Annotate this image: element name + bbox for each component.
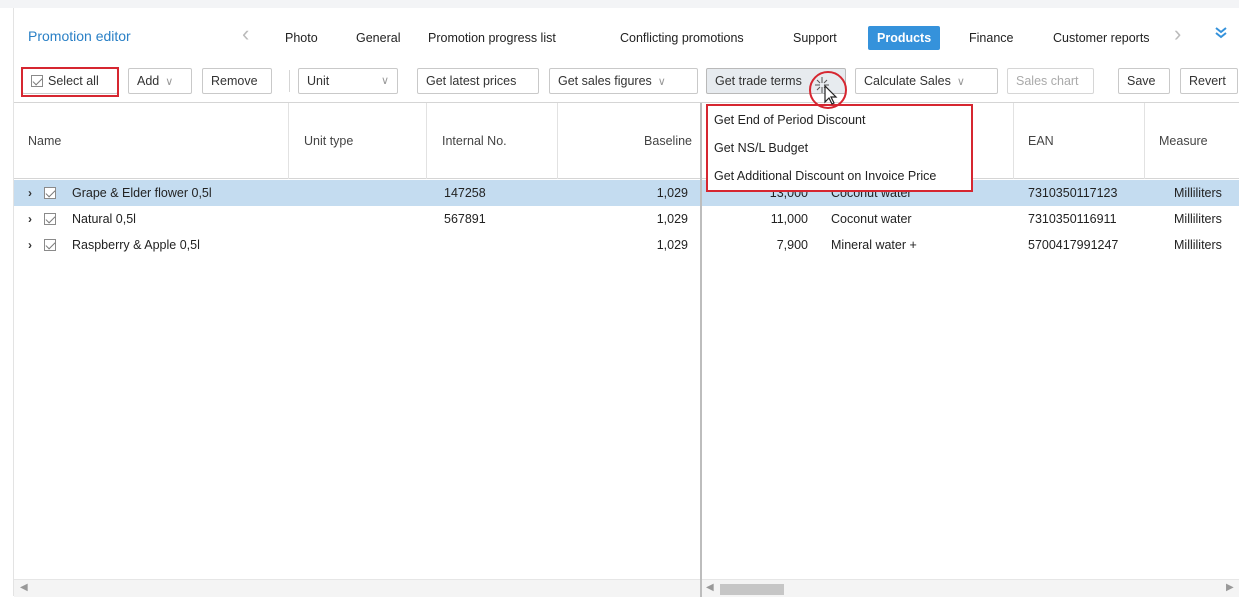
column-header-unit-type[interactable]: Unit type [304,103,353,179]
unit-select-value: Unit [307,74,330,88]
column-divider [426,103,427,179]
sales-value: 7,900 [776,238,808,252]
category: Coconut water [831,212,912,226]
expand-row-icon[interactable]: › [28,180,32,206]
get-latest-prices-button[interactable]: Get latest prices [417,68,539,94]
column-header-internal-no[interactable]: Internal No. [442,103,507,179]
row-checkbox[interactable] [44,232,61,258]
checkbox-icon [44,239,56,251]
column-divider [288,103,289,179]
calculate-sales-button[interactable]: Calculate Sales ∨ [855,68,998,94]
menu-item-ns-l-budget[interactable]: Get NS/L Budget [714,136,808,160]
ean-value: 5700417991247 [1028,238,1119,252]
get-sales-figures-button[interactable]: Get sales figures ∨ [549,68,698,94]
ean-value: 7310350116911 [1028,212,1117,226]
checkbox-icon [44,187,56,199]
app-title: Promotion editor [28,28,131,44]
row-checkbox[interactable] [44,206,61,232]
chevron-down-icon: ∨ [165,76,174,88]
horizontal-scrollbar-right[interactable]: ◀ ▶ [702,579,1239,597]
remove-button[interactable]: Remove [202,68,272,94]
column-header-name[interactable]: Name [28,103,61,179]
revert-label: Revert [1189,74,1226,88]
double-chevron-down-icon[interactable] [1214,26,1228,45]
chevron-down-icon: ∨ [956,76,965,88]
internal-no: 567891 [444,212,486,226]
chevron-left-icon[interactable]: ‹ [242,23,249,45]
chevron-down-icon: ∨ [380,75,389,87]
sales-value: 11,000 [770,212,808,226]
get-trade-terms-label: Get trade terms [715,74,802,88]
column-divider [1144,103,1145,179]
row-checkbox[interactable] [44,180,61,206]
expand-row-icon[interactable]: › [28,232,32,258]
get-latest-prices-label: Get latest prices [426,74,517,88]
column-header-measure[interactable]: Measure [1159,103,1208,179]
trade-terms-dropdown: Get End of Period Discount Get NS/L Budg… [706,104,973,192]
measure-value: Milliliters [1174,212,1222,226]
menu-item-end-of-period-discount[interactable]: Get End of Period Discount [714,108,865,132]
baseline-value: 1,029 [656,186,688,200]
tab-photo[interactable]: Photo [276,26,327,50]
product-name: Grape & Elder flower 0,5l [72,186,212,200]
checkbox-icon [44,213,56,225]
products-grid: Name Unit type Internal No. Baseline EAN… [14,102,1239,597]
save-button[interactable]: Save [1118,68,1170,94]
select-all-label: Select all [48,74,99,88]
scroll-right-icon[interactable]: ▶ [1226,582,1234,593]
product-name: Raspberry & Apple 0,5l [72,238,200,252]
window-top-strip [0,0,1239,8]
column-header-ean[interactable]: EAN [1028,103,1054,179]
tab-customer-reports[interactable]: Customer reports [1044,26,1159,50]
column-header-baseline[interactable]: Baseline [557,103,692,179]
horizontal-scrollbar-left[interactable]: ◀ [14,579,700,597]
menu-item-additional-discount-invoice-price[interactable]: Get Additional Discount on Invoice Price [714,164,936,188]
measure-value: Milliliters [1174,238,1222,252]
checkbox-icon [31,75,43,87]
tab-support[interactable]: Support [784,26,846,50]
table-row[interactable]: › Raspberry & Apple 0,5l 1,029 7,900 Min… [14,232,1239,258]
save-label: Save [1127,74,1156,88]
tab-bar: Promotion editor ‹ Photo General Promoti… [14,18,1239,56]
chevron-right-icon[interactable]: › [1174,23,1181,45]
column-divider [1013,103,1014,179]
tab-products[interactable]: Products [868,26,941,50]
promotion-editor-panel: Promotion editor ‹ Photo General Promoti… [13,8,1239,597]
sales-chart-label: Sales chart [1016,74,1079,88]
sales-chart-button[interactable]: Sales chart [1007,68,1094,94]
tab-promotion-progress-list[interactable]: Promotion progress list [419,26,565,50]
scrollbar-thumb[interactable] [720,584,784,595]
add-label: Add [137,74,160,88]
expand-row-icon[interactable]: › [28,206,32,232]
calculate-sales-label: Calculate Sales [864,74,951,88]
remove-label: Remove [211,74,258,88]
table-row[interactable]: › Natural 0,5l 567891 1,029 11,000 Cocon… [14,206,1239,232]
grid-header: Name Unit type Internal No. Baseline EAN… [14,103,1239,179]
tab-general[interactable]: General [347,26,409,50]
unit-select[interactable]: Unit ∨ [298,68,398,94]
revert-button[interactable]: Revert [1180,68,1238,94]
tab-finance[interactable]: Finance [960,26,1022,50]
get-sales-figures-label: Get sales figures [558,74,652,88]
tab-conflicting-promotions[interactable]: Conflicting promotions [611,26,753,50]
product-name: Natural 0,5l [72,212,136,226]
get-trade-terms-button[interactable]: Get trade terms [706,68,846,94]
scroll-left-icon[interactable]: ◀ [706,582,714,593]
category: Mineral water + [831,238,917,252]
baseline-value: 1,029 [656,238,688,252]
ean-value: 7310350117123 [1028,186,1118,200]
add-button[interactable]: Add ∨ [128,68,192,94]
measure-value: Milliliters [1174,186,1222,200]
scroll-left-icon[interactable]: ◀ [20,582,28,593]
baseline-value: 1,029 [656,212,688,226]
chevron-down-icon: ∨ [657,76,666,88]
table-row[interactable]: › Grape & Elder flower 0,5l 147258 1,029… [14,180,1239,206]
toolbar: Select all Add ∨ Remove Unit ∨ Get latest… [14,66,1239,100]
double-chevron-svg [1215,27,1227,39]
pane-splitter[interactable] [700,103,702,597]
toolbar-divider [289,70,290,92]
internal-no: 147258 [444,186,486,200]
select-all-button[interactable]: Select all [22,68,118,94]
